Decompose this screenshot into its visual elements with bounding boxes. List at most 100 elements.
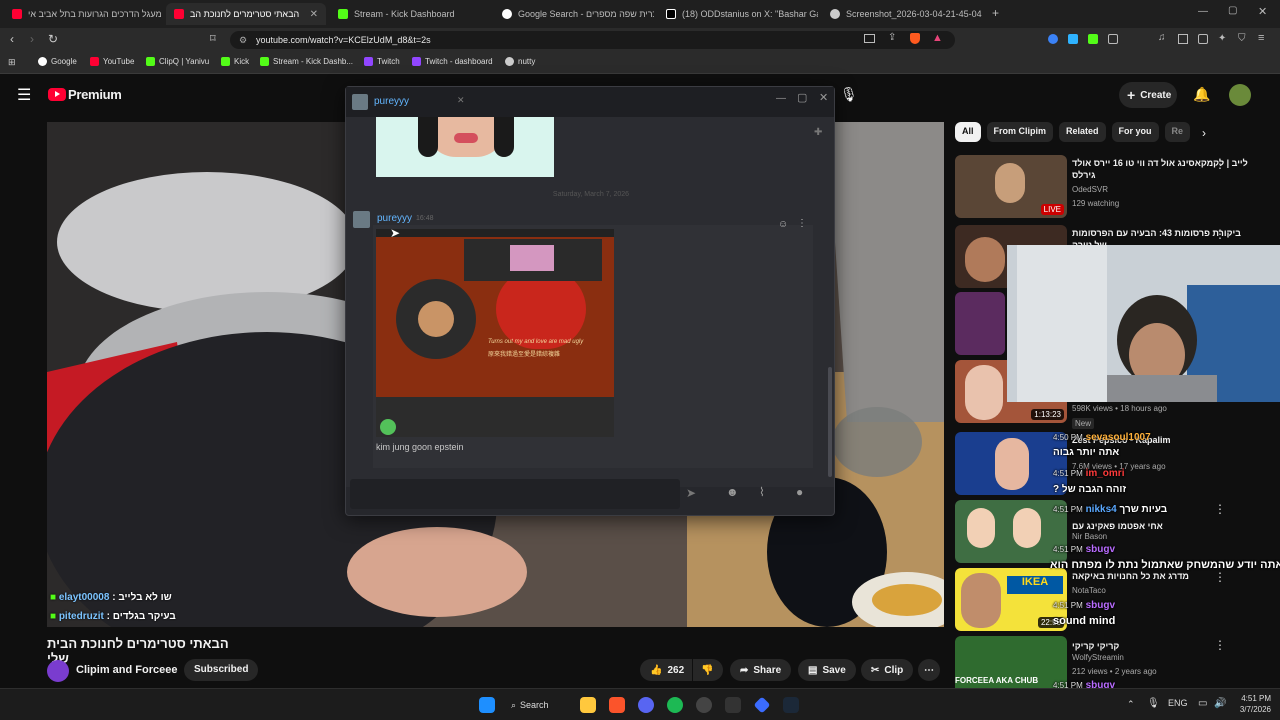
clock-time[interactable]: 4:51 PM <box>1233 694 1271 703</box>
message-input[interactable] <box>350 479 680 509</box>
url-bar[interactable]: ⚙ youtube.com/watch?v=KCElzUdM_d8&t=2s <box>230 31 955 49</box>
extension-icon[interactable] <box>1048 34 1058 44</box>
more-vert-icon[interactable]: ⋮ <box>1214 227 1226 241</box>
forward-icon[interactable]: › <box>30 32 34 46</box>
youtube-premium-logo[interactable]: Premium <box>68 87 122 102</box>
voice-search-icon[interactable]: 🎙 <box>840 86 858 103</box>
obs-icon[interactable] <box>696 697 712 713</box>
browser-tab[interactable]: (18) ODDstanius on X: "Bashar Gami <box>658 3 818 25</box>
apps-grid-icon[interactable]: ⊞ <box>8 57 16 68</box>
maximize-icon[interactable]: ▢ <box>797 91 807 104</box>
save-button[interactable]: ▤ Save <box>798 659 856 681</box>
app-icon[interactable] <box>725 697 741 713</box>
close-window-icon[interactable]: ✕ <box>1258 5 1267 18</box>
minimize-icon[interactable]: — <box>776 93 786 104</box>
microphone-icon[interactable]: ● <box>796 485 803 499</box>
browser-tab-active[interactable]: הבאתי סטרימרים לחנוכת הב ✕ <box>166 3 326 25</box>
more-vert-icon[interactable]: ⋮ <box>1214 570 1226 584</box>
back-icon[interactable]: ‹ <box>10 32 14 46</box>
close-window-icon[interactable]: ✕ <box>819 91 828 104</box>
chip-from-clipim[interactable]: From Clipim <box>986 122 1054 142</box>
avatar[interactable] <box>1229 84 1251 106</box>
emoji-icon[interactable]: ☻ <box>726 485 739 499</box>
chip-for-you[interactable]: For you <box>1111 122 1159 142</box>
brave-shield-icon[interactable] <box>910 33 920 44</box>
bookmark-clipq[interactable]: ClipQ | Yanivu <box>146 57 209 66</box>
attached-screenshot[interactable]: Turns out my and love are mad ugly 原來我錯過… <box>376 229 614 437</box>
discord-icon[interactable] <box>638 697 654 713</box>
notifications-bell-icon[interactable]: 🔔 <box>1193 86 1210 103</box>
more-vert-icon[interactable]: ⋮ <box>797 218 807 229</box>
send-icon[interactable]: ➤ <box>686 486 696 500</box>
browser-tab[interactable]: Google Search - כוכרית שפה מספרים <box>494 3 654 25</box>
bookmark-youtube[interactable]: YouTube <box>90 57 134 66</box>
related-video[interactable]: LIVE לייב | לקמקאסינג אול דה ווי טו 16 י… <box>955 155 1280 220</box>
extension-icon[interactable] <box>1088 34 1098 44</box>
share-icon[interactable]: ⇪ <box>888 32 896 43</box>
bookmark-twitch-dashboard[interactable]: Twitch - dashboard <box>412 57 493 66</box>
more-vert-icon[interactable]: ⋮ <box>1214 502 1226 516</box>
new-tab-button[interactable]: + <box>992 6 999 20</box>
chip-all[interactable]: All <box>955 122 981 142</box>
attached-image[interactable] <box>376 117 554 177</box>
maximize-icon[interactable]: ▢ <box>1228 5 1237 16</box>
close-tab-icon[interactable]: ✕ <box>457 95 465 106</box>
related-video[interactable]: IKEA 22:58 מדרג את כל החנויות באיקאה Not… <box>955 568 1280 633</box>
share-button[interactable]: ➦ Share <box>730 659 792 681</box>
minimize-icon[interactable]: — <box>1198 6 1208 17</box>
clock-date[interactable]: 3/7/2026 <box>1233 705 1271 714</box>
extension-icon[interactable] <box>1108 34 1118 44</box>
add-user-icon[interactable]: ✚ <box>814 127 822 138</box>
file-explorer-icon[interactable] <box>580 697 596 713</box>
network-icon[interactable]: ▭ <box>1198 698 1207 709</box>
app-icon[interactable] <box>753 696 771 714</box>
chevron-right-icon[interactable]: › <box>1202 126 1206 140</box>
bookmark-google[interactable]: Google <box>38 57 77 66</box>
more-vert-icon[interactable]: ⋮ <box>1214 638 1226 652</box>
channel-name[interactable]: Clipim and Forceee <box>76 664 177 676</box>
reload-icon[interactable]: ↻ <box>48 32 58 46</box>
bookmark-nutty[interactable]: nutty <box>505 57 535 66</box>
extensions-icon[interactable]: ✦ <box>1218 33 1226 44</box>
vpn-icon[interactable]: ⛉ <box>1238 33 1246 44</box>
close-tab-icon[interactable]: ✕ <box>310 9 318 20</box>
browser-tab[interactable]: מעגל הדרכים הגרועות בתל אביב אי <box>4 3 164 25</box>
chevron-up-icon[interactable]: ⌃ <box>1127 699 1135 710</box>
microphone-icon[interactable]: 🎙 <box>1147 698 1160 709</box>
brave-rewards-icon[interactable]: ▲ <box>932 32 943 44</box>
cast-icon[interactable] <box>864 34 875 43</box>
taskbar-search[interactable]: ⌕ Search <box>511 696 565 714</box>
browser-tab[interactable]: Screenshot_2026-03-04-21-45-04-0 <box>822 3 982 25</box>
channel-avatar[interactable] <box>47 660 69 682</box>
like-button[interactable]: 👍 262 <box>640 659 692 681</box>
site-info-icon[interactable]: ⚙ <box>239 31 247 49</box>
bookmark-twitch[interactable]: Twitch <box>364 57 400 66</box>
volume-icon[interactable]: 🔊 <box>1214 698 1226 709</box>
create-button[interactable]: + Create <box>1119 82 1177 108</box>
related-video[interactable]: FORCEEA AKA CHUB קריקי קריקי WolfyStream… <box>955 636 1280 699</box>
subscribed-button[interactable]: Subscribed <box>184 659 259 681</box>
extension-icon[interactable] <box>1068 34 1078 44</box>
menu-icon[interactable]: ≡ <box>1258 32 1264 44</box>
steam-icon[interactable] <box>783 697 799 713</box>
dislike-button[interactable]: 👎 <box>693 659 723 681</box>
spotify-icon[interactable] <box>667 697 683 713</box>
windows-start-icon[interactable] <box>479 697 495 713</box>
bookmark-kick[interactable]: Kick <box>221 57 249 66</box>
chip-related[interactable]: Related <box>1059 122 1106 142</box>
media-icon[interactable]: ♫ <box>1158 32 1166 43</box>
hamburger-menu-icon[interactable]: ☰ <box>17 85 31 105</box>
emoji-react-icon[interactable]: ☺ <box>778 219 788 230</box>
sidebar-icon[interactable] <box>1178 34 1188 44</box>
brave-browser-icon[interactable] <box>609 697 625 713</box>
scrollbar[interactable] <box>828 367 832 477</box>
more-actions-button[interactable]: ⋯ <box>918 659 940 681</box>
attach-icon[interactable]: ⌇ <box>759 485 765 499</box>
chip-recent[interactable]: Re <box>1164 122 1191 142</box>
wallet-icon[interactable] <box>1198 34 1208 44</box>
more-vert-icon[interactable]: ⋮ <box>1214 157 1226 171</box>
clip-button[interactable]: ✂ Clip <box>861 659 914 681</box>
bookmark-icon[interactable]: ⌑ <box>210 32 216 45</box>
browser-tab[interactable]: Stream - Kick Dashboard <box>330 3 490 25</box>
language-indicator[interactable]: ENG <box>1168 698 1188 708</box>
